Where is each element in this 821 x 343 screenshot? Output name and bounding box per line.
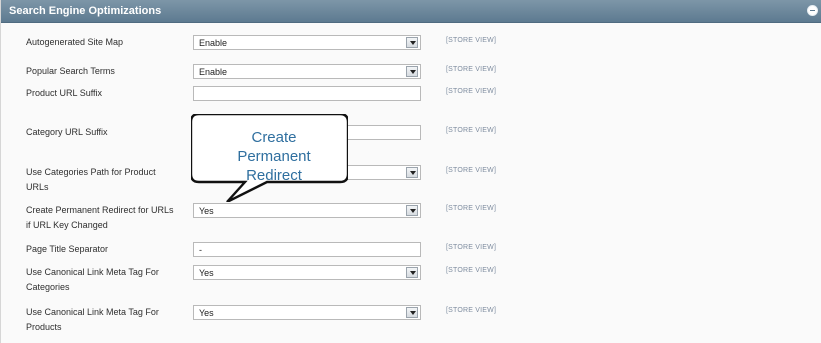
chevron-down-icon[interactable] xyxy=(406,307,418,318)
select-canonical-products[interactable]: Yes xyxy=(193,305,421,320)
label-product-url-suffix: Product URL Suffix xyxy=(26,88,103,98)
input-page-title-separator[interactable]: - xyxy=(193,242,421,257)
scope-category-url-suffix: [STORE VIEW] xyxy=(446,127,497,134)
select-value: Enable xyxy=(199,38,228,48)
label-autogenerated-site-map: Autogenerated Site Map xyxy=(26,37,124,47)
section-title: Search Engine Optimizations xyxy=(9,5,162,17)
scope-canonical-categories: [STORE VIEW] xyxy=(446,267,497,274)
select-permanent-redirect[interactable]: Yes xyxy=(193,203,421,218)
chevron-down-icon[interactable] xyxy=(406,66,418,77)
callout-text: Create Permanent Redirect xyxy=(219,128,329,185)
scope-page-title-separator: [STORE VIEW] xyxy=(446,244,497,251)
label-category-url-suffix: Category URL Suffix xyxy=(26,127,108,137)
chevron-down-icon[interactable] xyxy=(406,205,418,216)
select-value: Yes xyxy=(199,308,214,318)
callout-line-1: Create xyxy=(251,129,297,146)
callout-line-2: Permanent xyxy=(237,148,311,165)
select-value: Yes xyxy=(199,206,214,216)
scope-permanent-redirect: [STORE VIEW] xyxy=(446,205,497,212)
section-body: Autogenerated Site Map Enable [STORE VIE… xyxy=(1,23,821,343)
page: Search Engine Optimizations Autogenerate… xyxy=(0,0,821,343)
section-header[interactable]: Search Engine Optimizations xyxy=(1,0,821,23)
callout-line-3: Redirect xyxy=(246,167,302,184)
input-value: - xyxy=(199,245,202,255)
chevron-down-icon[interactable] xyxy=(406,37,418,48)
chevron-down-icon[interactable] xyxy=(406,267,418,278)
select-value: Enable xyxy=(199,67,228,77)
scope-popular-search-terms: [STORE VIEW] xyxy=(446,66,497,73)
label-categories-path: Use Categories Path for Product URLs xyxy=(26,167,156,192)
input-product-url-suffix[interactable] xyxy=(193,86,421,101)
select-popular-search-terms[interactable]: Enable xyxy=(193,64,421,79)
select-value: Yes xyxy=(199,268,214,278)
label-canonical-products: Use Canonical Link Meta Tag For Products xyxy=(26,307,159,332)
select-autogenerated-site-map[interactable]: Enable xyxy=(193,35,421,50)
scope-product-url-suffix: [STORE VIEW] xyxy=(446,88,497,95)
scope-categories-path: [STORE VIEW] xyxy=(446,167,497,174)
label-page-title-separator: Page Title Separator xyxy=(26,244,109,254)
label-permanent-redirect: Create Permanent Redirect for URLs if UR… xyxy=(26,205,174,230)
label-popular-search-terms: Popular Search Terms xyxy=(26,66,115,76)
callout-bubble: Create Permanent Redirect xyxy=(191,114,348,202)
select-canonical-categories[interactable]: Yes xyxy=(193,265,421,280)
collapse-icon[interactable] xyxy=(807,5,818,16)
seo-section: Search Engine Optimizations Autogenerate… xyxy=(0,0,821,343)
chevron-down-icon[interactable] xyxy=(406,167,418,178)
scope-canonical-products: [STORE VIEW] xyxy=(446,307,497,314)
scope-autogenerated-site-map: [STORE VIEW] xyxy=(446,37,497,44)
label-canonical-categories: Use Canonical Link Meta Tag For Categori… xyxy=(26,267,159,292)
